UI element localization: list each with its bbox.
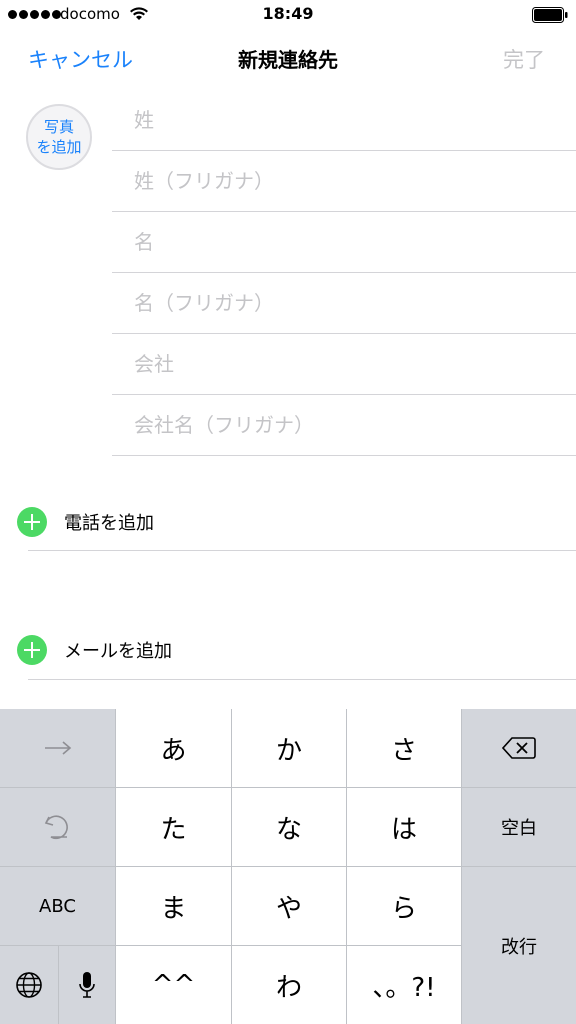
add-plus-icon: [17, 507, 47, 537]
arrow-right-icon: [44, 741, 71, 755]
microphone-icon: [79, 972, 95, 998]
page-title: 新規連絡先: [238, 48, 338, 72]
undo-key[interactable]: [0, 788, 115, 866]
keyboard-divider: [58, 946, 59, 1024]
add-email-row[interactable]: メールを追加: [0, 619, 576, 679]
add-phone-row[interactable]: 電話を追加: [0, 491, 576, 551]
last-name-furigana-input[interactable]: [134, 165, 534, 197]
return-key[interactable]: 改行: [462, 867, 576, 1024]
first-name-input[interactable]: [134, 226, 534, 258]
keyboard-divider: [0, 866, 576, 867]
space-key[interactable]: 空白: [462, 788, 576, 866]
keyboard-divider: [462, 787, 576, 788]
japanese-kana-keyboard: ABC あ か さ た な は ま や ら ^^ わ 、。?! 空白 改行: [0, 709, 576, 1024]
status-time: 18:49: [262, 4, 314, 23]
add-phone-label: 電話を追加: [64, 513, 154, 534]
add-plus-icon: [17, 635, 47, 665]
company-furigana-field: [112, 395, 576, 456]
punctuation-key[interactable]: 、。?!: [347, 946, 461, 1024]
add-email-label: メールを追加: [64, 641, 172, 662]
kana-key-na[interactable]: な: [232, 788, 346, 866]
divider: [28, 550, 576, 551]
kana-key-ra[interactable]: ら: [347, 867, 461, 945]
dictation-key[interactable]: [59, 946, 115, 1024]
keyboard-divider: [0, 945, 462, 946]
add-photo-button[interactable]: 写真 を追加: [26, 104, 92, 170]
first-name-furigana-input[interactable]: [134, 287, 534, 319]
add-photo-label-line2: を追加: [36, 138, 82, 156]
undo-icon: [44, 815, 68, 840]
divider: [28, 679, 576, 680]
emoticon-key[interactable]: ^^: [116, 946, 231, 1024]
last-name-furigana-field: [112, 151, 576, 212]
last-name-input[interactable]: [134, 104, 534, 136]
cursor-next-key[interactable]: [0, 709, 115, 787]
kana-key-ka[interactable]: か: [232, 709, 346, 787]
company-field: [112, 334, 576, 395]
kana-key-ya[interactable]: や: [232, 867, 346, 945]
battery-icon: [532, 7, 568, 23]
status-bar: docomo 18:49: [0, 0, 576, 30]
delete-key[interactable]: [462, 709, 576, 787]
last-name-field: [112, 90, 576, 151]
keyboard-divider: [0, 787, 462, 788]
globe-icon: [16, 972, 42, 998]
kana-key-sa[interactable]: さ: [347, 709, 461, 787]
globe-key[interactable]: [0, 946, 58, 1024]
first-name-furigana-field: [112, 273, 576, 334]
navigation-bar: キャンセル 新規連絡先 完了: [0, 30, 576, 86]
kana-key-ha[interactable]: は: [347, 788, 461, 866]
company-furigana-input[interactable]: [134, 409, 534, 441]
add-photo-label-line1: 写真: [43, 118, 74, 136]
kana-key-a[interactable]: あ: [116, 709, 231, 787]
abc-key[interactable]: ABC: [0, 867, 115, 945]
backspace-icon: [502, 737, 536, 759]
done-button[interactable]: 完了: [503, 44, 545, 74]
kana-key-ta[interactable]: た: [116, 788, 231, 866]
kana-key-wa[interactable]: わ: [232, 946, 346, 1024]
kana-key-ma[interactable]: ま: [116, 867, 231, 945]
first-name-field: [112, 212, 576, 273]
company-input[interactable]: [134, 348, 534, 380]
